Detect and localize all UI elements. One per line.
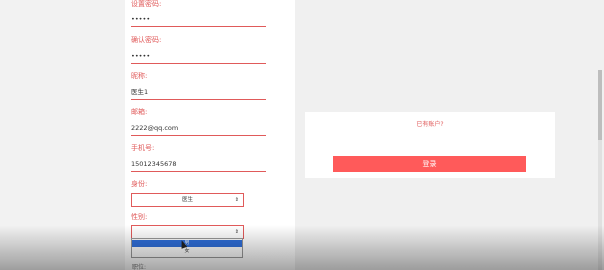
email-field[interactable]: 2222@qq.com <box>131 121 266 136</box>
scroll-thumb[interactable] <box>598 70 602 140</box>
chevron-updown-icon: ⇕ <box>234 229 239 235</box>
confirm-password-field[interactable]: ••••• <box>131 49 266 64</box>
nickname-label: 昵称: <box>131 72 148 80</box>
position-label: 职位: <box>132 264 147 270</box>
left-background <box>0 0 125 270</box>
identity-select[interactable]: 医生 ⇕ <box>131 193 244 207</box>
have-account-text: 已有账户? <box>416 121 444 128</box>
chevron-updown-icon: ⇕ <box>234 197 239 203</box>
password-label: 设置密码: <box>131 0 162 8</box>
login-card: 已有账户? 登录 <box>305 112 555 178</box>
identity-select-value: 医生 <box>181 197 193 203</box>
password-field[interactable]: ••••• <box>131 12 266 27</box>
page-root: 设置密码: ••••• 确认密码: ••••• 昵称: 医生1 邮箱: 2222… <box>0 0 604 270</box>
gender-dropdown: 男 女 <box>131 238 243 258</box>
email-label: 邮箱: <box>131 108 148 116</box>
phone-field[interactable]: 15012345678 <box>131 157 266 172</box>
nickname-field[interactable]: 医生1 <box>131 85 266 100</box>
register-form: 设置密码: ••••• 确认密码: ••••• 昵称: 医生1 邮箱: 2222… <box>125 0 295 270</box>
login-button[interactable]: 登录 <box>333 156 526 172</box>
gender-label: 性别: <box>131 213 148 221</box>
gender-select[interactable]: ⇕ <box>131 225 244 239</box>
scrollbar[interactable] <box>598 70 602 270</box>
confirm-password-label: 确认密码: <box>131 36 162 44</box>
identity-label: 身份: <box>131 180 148 188</box>
phone-label: 手机号: <box>131 144 155 152</box>
gender-option-female[interactable]: 女 <box>132 248 242 255</box>
